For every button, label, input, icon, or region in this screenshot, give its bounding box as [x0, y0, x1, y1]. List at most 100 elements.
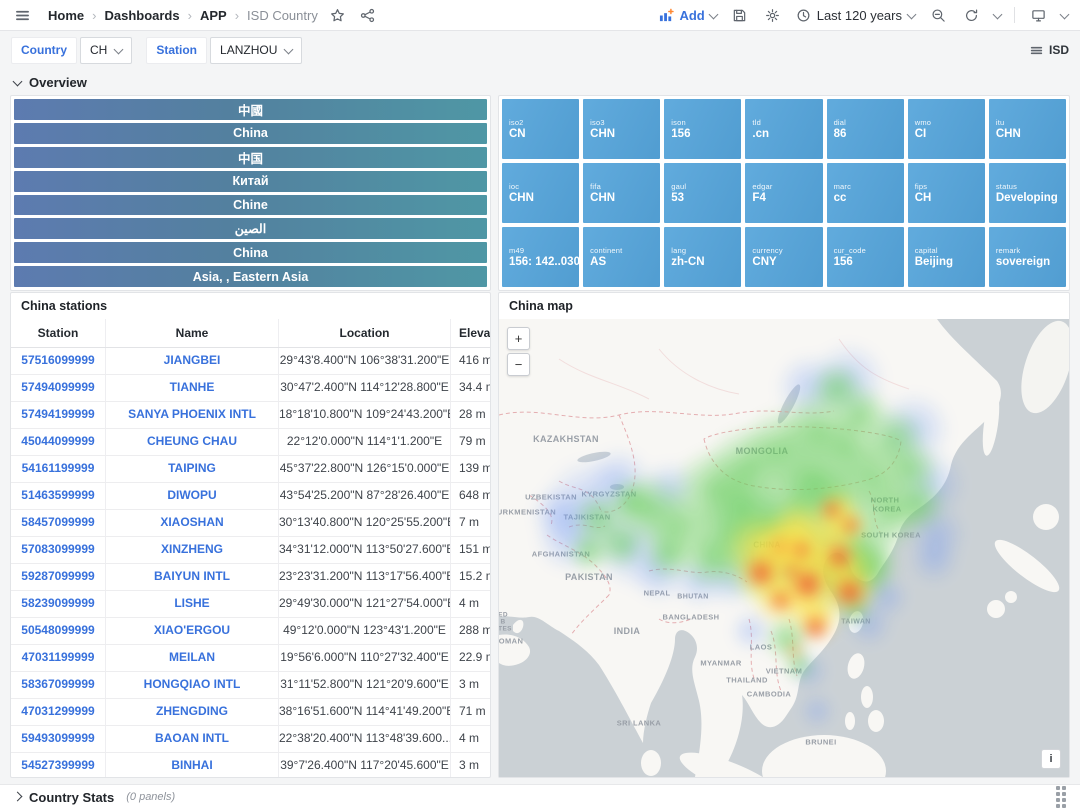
stat-tile: marc cc [827, 163, 904, 223]
station-name-link[interactable]: JIANGBEI [106, 348, 279, 374]
kiosk-mode-icon[interactable] [1028, 5, 1048, 25]
station-name-link[interactable]: ZHENGDING [106, 699, 279, 725]
station-location: 29°49'30.000"N 121°27'54.000"E [279, 591, 451, 617]
stat-tile: m49 156: 142..030 [502, 227, 579, 287]
table-row: 47031199999 MEILAN 19°56'6.000"N 110°27'… [11, 645, 490, 672]
stat-tile-label: fifa [590, 182, 660, 191]
map-zoom-in-button[interactable]: + [507, 327, 530, 350]
stat-tile-label: iso3 [590, 118, 660, 127]
station-filter-dropdown[interactable]: LANZHOU [210, 37, 302, 64]
zoom-out-time-icon[interactable] [928, 5, 948, 25]
station-id-link[interactable]: 57083099999 [11, 537, 106, 563]
station-id-link[interactable]: 58367099999 [11, 672, 106, 698]
save-dashboard-icon[interactable] [730, 5, 750, 25]
station-id-link[interactable]: 54161199999 [11, 456, 106, 482]
column-header-location[interactable]: Location [279, 319, 451, 347]
station-name-link[interactable]: MEILAN [106, 645, 279, 671]
add-panel-icon [659, 8, 674, 23]
stat-tile-label: cur_code [834, 246, 904, 255]
station-elevation: 3 m [451, 672, 490, 698]
station-elevation: 7 m [451, 510, 490, 536]
star-icon[interactable] [328, 5, 348, 25]
chevron-down-icon [13, 77, 23, 87]
menu-toggle-icon[interactable] [12, 5, 32, 25]
station-id-link[interactable]: 51463599999 [11, 483, 106, 509]
refresh-icon[interactable] [961, 5, 981, 25]
stat-tile-label: lang [671, 246, 741, 255]
add-button[interactable]: Add [659, 8, 716, 23]
station-name-link[interactable]: BINHAI [106, 753, 279, 777]
clock-icon [796, 8, 811, 23]
station-elevation: 15.2 m [451, 564, 490, 590]
table-row: 57494099999 TIANHE 30°47'2.400"N 114°12'… [11, 375, 490, 402]
country-names-panel: 中國 China 中国 Китай Chine الصين China Asia… [10, 95, 491, 291]
station-id-link[interactable]: 58239099999 [11, 591, 106, 617]
column-header-name[interactable]: Name [106, 319, 279, 347]
chevron-down-icon [907, 9, 917, 19]
country-stats-toggle[interactable]: Country Stats (0 panels) [14, 790, 175, 805]
country-filter-dropdown[interactable]: CH [80, 37, 132, 64]
dashboard-settings-icon[interactable] [763, 5, 783, 25]
station-name-link[interactable]: CHEUNG CHAU [106, 429, 279, 455]
stat-tile-label: status [996, 182, 1066, 191]
breadcrumb-app[interactable]: APP [200, 8, 227, 23]
station-id-link[interactable]: 59287099999 [11, 564, 106, 590]
column-header-elevation[interactable]: Elevation [451, 319, 490, 347]
stat-tile: iso2 CN [502, 99, 579, 159]
time-range-picker[interactable]: Last 120 years [796, 8, 915, 23]
station-name-link[interactable]: LISHE [106, 591, 279, 617]
table-row: 57083099999 XINZHENG 34°31'12.000"N 113°… [11, 537, 490, 564]
station-name-link[interactable]: XIAO'ERGOU [106, 618, 279, 644]
station-name-link[interactable]: XINZHENG [106, 537, 279, 563]
station-name-link[interactable]: HONGQIAO INTL [106, 672, 279, 698]
station-location: 23°23'31.200"N 113°17'56.400"E [279, 564, 451, 590]
station-location: 30°47'2.400"N 114°12'28.800"E [279, 375, 451, 401]
stat-tile: remark sovereign [989, 227, 1066, 287]
station-elevation: 139 m [451, 456, 490, 482]
station-name-link[interactable]: BAOAN INTL [106, 726, 279, 752]
breadcrumb-home[interactable]: Home [48, 8, 84, 23]
panel-title[interactable]: China stations [11, 293, 490, 319]
map-attribution-button[interactable]: i [1041, 749, 1061, 769]
station-id-link[interactable]: 57494199999 [11, 402, 106, 428]
heatmap-blob [844, 519, 858, 533]
heatmap-blob [768, 535, 792, 559]
heatmap-layer [499, 319, 1069, 777]
isd-links-button[interactable]: ISD [1030, 43, 1069, 57]
geomap[interactable]: KAZAKHSTANMONGOLIAUZBEKISTANKYRGYZSTANTU… [499, 319, 1069, 777]
station-id-link[interactable]: 57516099999 [11, 348, 106, 374]
refresh-interval-dropdown[interactable] [993, 9, 1003, 19]
map-zoom-out-button[interactable]: − [507, 353, 530, 376]
overview-section-toggle[interactable]: Overview [0, 69, 1080, 96]
station-id-link[interactable]: 50548099999 [11, 618, 106, 644]
station-id-link[interactable]: 57494099999 [11, 375, 106, 401]
station-name-link[interactable]: BAIYUN INTL [106, 564, 279, 590]
station-id-link[interactable]: 58457099999 [11, 510, 106, 536]
table-row: 57494199999 SANYA PHOENIX INTL 18°18'10.… [11, 402, 490, 429]
chevron-down-icon [708, 9, 718, 19]
stations-table: Station Name Location Elevation 57516099… [11, 319, 490, 777]
station-id-link[interactable]: 54527399999 [11, 753, 106, 777]
heatmap-blob [783, 563, 799, 579]
station-name-link[interactable]: DIWOPU [106, 483, 279, 509]
table-row: 59287099999 BAIYUN INTL 23°23'31.200"N 1… [11, 564, 490, 591]
station-name-link[interactable]: TAIPING [106, 456, 279, 482]
breadcrumb-dashboards[interactable]: Dashboards [104, 8, 179, 23]
station-id-link[interactable]: 47031299999 [11, 699, 106, 725]
station-id-link[interactable]: 59493099999 [11, 726, 106, 752]
kiosk-dropdown[interactable] [1060, 9, 1070, 19]
station-id-link[interactable]: 45044099999 [11, 429, 106, 455]
station-name-link[interactable]: TIANHE [106, 375, 279, 401]
table-row: 59493099999 BAOAN INTL 22°38'20.400"N 11… [11, 726, 490, 753]
panel-title[interactable]: China map [499, 293, 1069, 319]
column-header-station[interactable]: Station [11, 319, 106, 347]
navbar-actions: Add Last 120 years [659, 5, 1068, 25]
share-icon[interactable] [358, 5, 378, 25]
station-location: 49°12'0.000"N 123°43'1.200"E [279, 618, 451, 644]
country-name-bar: Chine [14, 195, 487, 216]
station-name-link[interactable]: XIAOSHAN [106, 510, 279, 536]
row-drag-handle[interactable] [1056, 786, 1066, 808]
station-id-link[interactable]: 47031199999 [11, 645, 106, 671]
table-row: 50548099999 XIAO'ERGOU 49°12'0.000"N 123… [11, 618, 490, 645]
station-name-link[interactable]: SANYA PHOENIX INTL [106, 402, 279, 428]
